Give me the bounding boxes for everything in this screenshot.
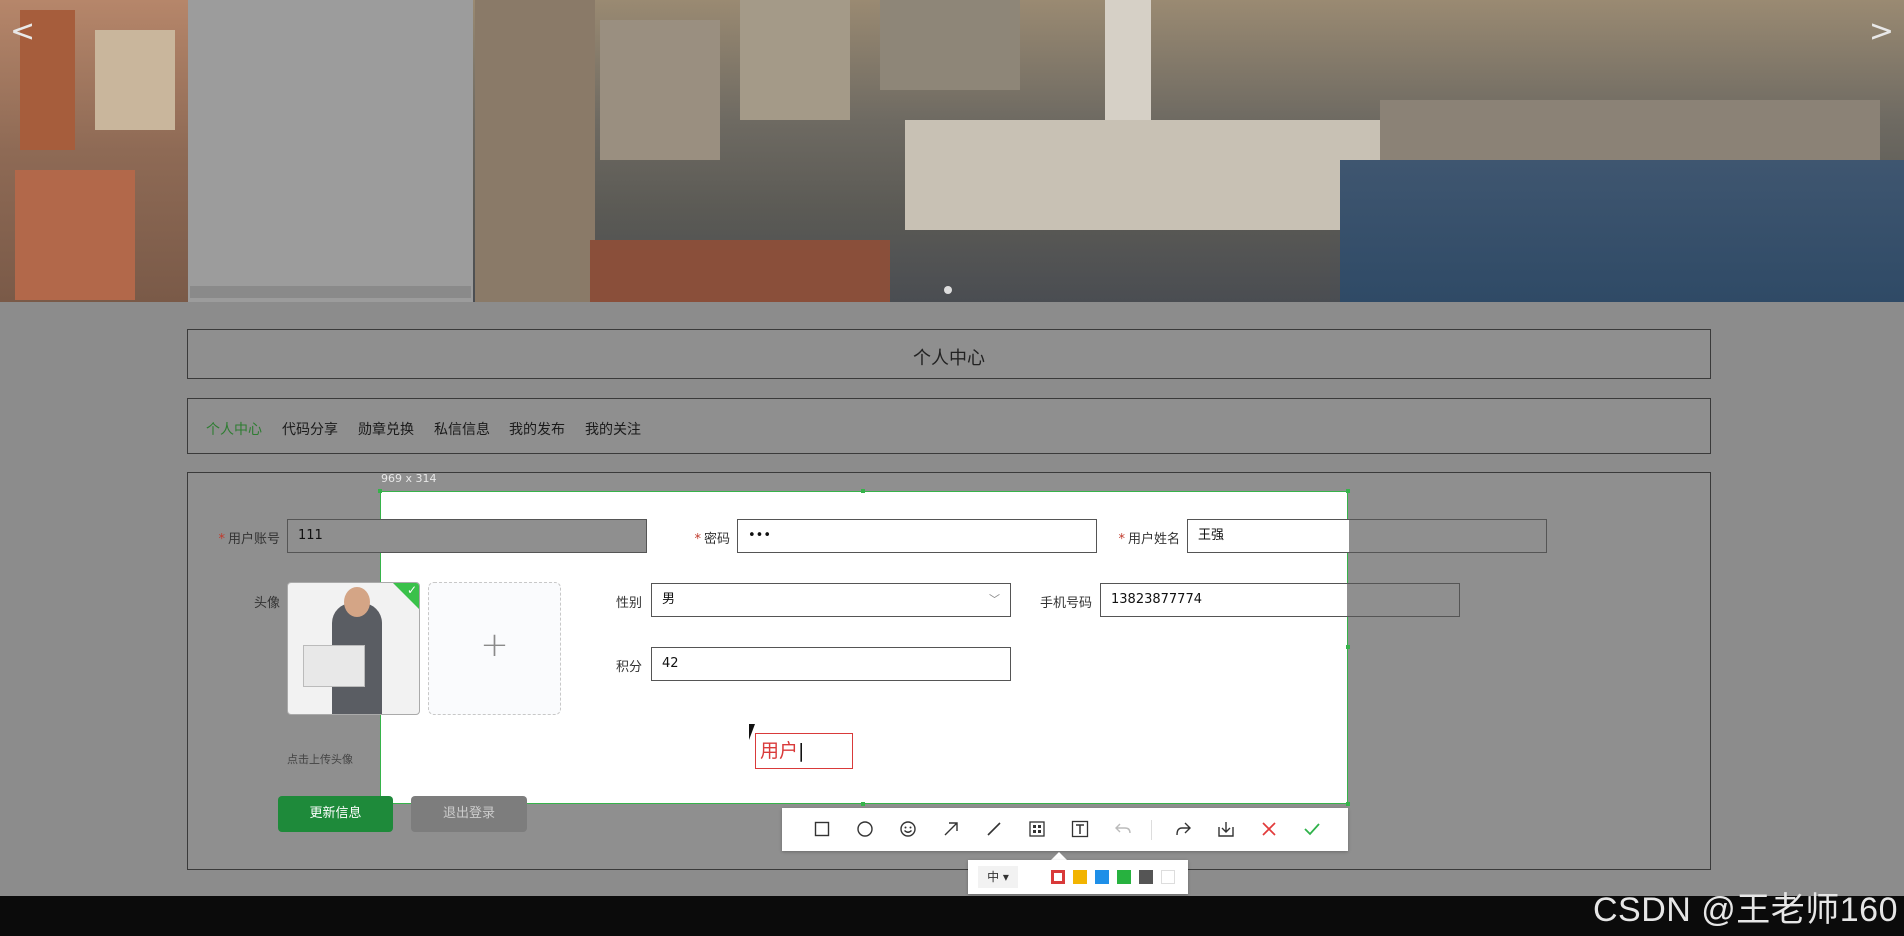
font-size-select[interactable]: 中 ▾ — [978, 866, 1018, 888]
nav-my-follows[interactable]: 我的关注 — [585, 419, 641, 439]
toolbar-divider — [1151, 820, 1152, 840]
banner-building — [740, 0, 850, 120]
nav-medal-exchange[interactable]: 勋章兑换 — [358, 419, 414, 439]
carousel-next-icon[interactable]: > — [1869, 14, 1894, 49]
avatar-label: 头像 — [253, 596, 280, 611]
color-swatch-gray[interactable] — [1139, 870, 1153, 884]
color-size-toolbar: 中 ▾ — [968, 860, 1188, 894]
screenshot-toolbar — [782, 808, 1348, 851]
resize-handle[interactable] — [861, 802, 865, 806]
ferry-building — [905, 120, 1395, 230]
nav-panel: 个人中心 代码分享 勋章兑换 私信信息 我的发布 我的关注 — [187, 398, 1711, 454]
text-icon[interactable] — [1069, 818, 1091, 840]
pen-icon[interactable] — [983, 818, 1005, 840]
points-label: 积分 — [615, 660, 642, 675]
banner-building — [590, 240, 890, 302]
banner-building — [880, 0, 1020, 90]
ellipse-icon[interactable] — [854, 818, 876, 840]
carousel-prev-icon[interactable]: < — [10, 14, 35, 49]
color-swatch-blue[interactable] — [1095, 870, 1109, 884]
avatar[interactable]: ✓ — [287, 582, 420, 715]
selection-size-label: 969 x 314 — [381, 472, 437, 485]
horizontal-scrollbar[interactable] — [190, 286, 471, 298]
color-swatch-white[interactable] — [1161, 870, 1175, 884]
account-label: * 用户账号 — [218, 532, 280, 547]
bay-water — [1340, 160, 1904, 302]
nav-my-posts[interactable]: 我的发布 — [509, 419, 565, 439]
resize-handle[interactable] — [1346, 645, 1350, 649]
name-input[interactable]: 王强 — [1187, 519, 1547, 553]
page-title: 个人中心 — [913, 348, 985, 369]
download-icon[interactable] — [1215, 818, 1237, 840]
text-annotation[interactable]: 用户| — [755, 733, 853, 769]
mosaic-icon[interactable] — [1026, 818, 1048, 840]
avatar-sign — [303, 645, 365, 687]
nav-private-messages[interactable]: 私信信息 — [434, 419, 490, 439]
confirm-icon[interactable] — [1301, 818, 1323, 840]
mouse-cursor-icon — [749, 724, 760, 740]
banner-carousel[interactable]: < > — [0, 0, 1904, 302]
pier — [1380, 100, 1880, 160]
password-label: * 密码 — [694, 532, 730, 547]
rectangle-icon[interactable] — [811, 818, 833, 840]
banner-overlay-panel — [188, 0, 473, 302]
color-swatch-green[interactable] — [1117, 870, 1131, 884]
resize-handle[interactable] — [378, 489, 382, 493]
name-label: * 用户姓名 — [1118, 532, 1180, 547]
emoji-icon[interactable] — [897, 818, 919, 840]
update-info-button[interactable]: 更新信息 — [278, 796, 393, 832]
page: < > 个人中心 个人中心 代码分享 勋章兑换 私信信息 我的发布 我的关注 9… — [0, 0, 1904, 936]
phone-label: 手机号码 — [1039, 596, 1092, 611]
points-input[interactable]: 42 — [651, 647, 1011, 681]
cancel-icon[interactable] — [1258, 818, 1280, 840]
gender-value: 男 — [662, 592, 676, 607]
upload-hint: 点击上传头像 — [287, 753, 353, 766]
avatar-face — [344, 587, 370, 617]
banner-building — [600, 20, 720, 160]
color-swatch-yellow[interactable] — [1073, 870, 1087, 884]
title-panel: 个人中心 — [187, 329, 1711, 379]
logout-button[interactable]: 退出登录 — [411, 796, 527, 832]
color-swatch-red[interactable] — [1051, 870, 1065, 884]
password-input[interactable]: ••• — [737, 519, 1097, 553]
account-input[interactable]: 111 — [287, 519, 647, 553]
nav-code-share[interactable]: 代码分享 — [282, 419, 338, 439]
undo-icon[interactable] — [1112, 818, 1134, 840]
nav-personal-center[interactable]: 个人中心 — [206, 419, 262, 439]
resize-handle[interactable] — [861, 489, 865, 493]
resize-handle[interactable] — [1346, 802, 1350, 806]
arrow-icon[interactable] — [940, 818, 962, 840]
chevron-down-icon: ﹀ — [989, 593, 1000, 606]
sub-toolbar-caret — [1051, 852, 1067, 860]
check-icon: ✓ — [393, 583, 419, 609]
carousel-dot[interactable] — [944, 286, 952, 294]
gender-label: 性别 — [615, 596, 642, 611]
phone-input[interactable]: 13823877774 — [1100, 583, 1460, 617]
resize-handle[interactable] — [1346, 489, 1350, 493]
banner-building — [475, 0, 595, 302]
gender-select[interactable]: 男 ﹀ — [651, 583, 1011, 617]
watermark: CSDN @王老师160 — [1592, 891, 1898, 929]
upload-avatar-button[interactable]: + — [428, 582, 561, 715]
share-icon[interactable] — [1172, 818, 1194, 840]
